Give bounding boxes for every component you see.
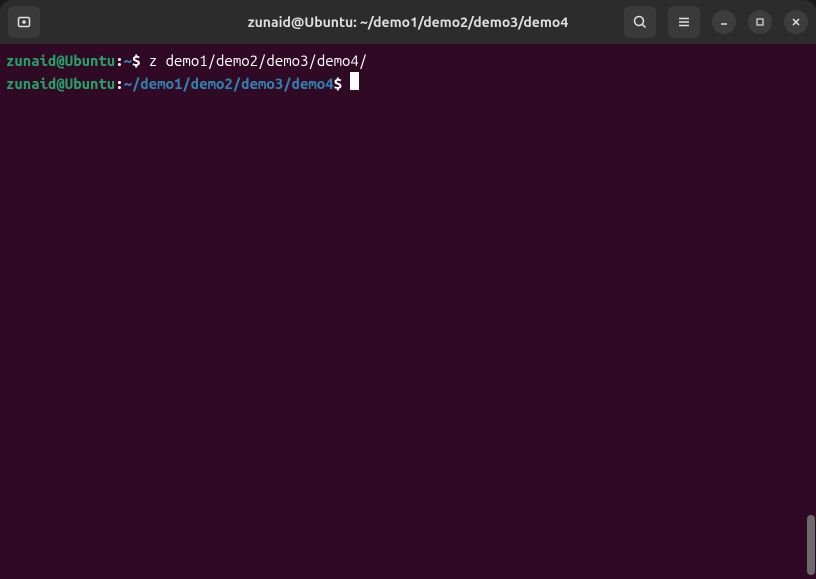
prompt-colon: : — [115, 52, 123, 69]
close-button[interactable] — [784, 10, 808, 34]
prompt-colon: : — [115, 75, 123, 92]
scrollbar-thumb[interactable] — [807, 515, 815, 575]
cursor — [350, 72, 359, 90]
new-tab-button[interactable] — [8, 6, 40, 38]
minimize-button[interactable] — [712, 10, 736, 34]
command-text: z demo1/demo2/demo3/demo4/ — [149, 52, 367, 69]
scrollbar[interactable] — [806, 515, 816, 575]
menu-button[interactable] — [668, 6, 700, 38]
maximize-button[interactable] — [748, 10, 772, 34]
prompt-userhost: zunaid@Ubuntu — [6, 52, 115, 69]
terminal-line: zunaid@Ubuntu:~$ z demo1/demo2/demo3/dem… — [6, 50, 810, 72]
prompt-path: ~ — [124, 52, 132, 69]
titlebar-left — [8, 6, 40, 38]
prompt-dollar: $ — [132, 52, 149, 69]
prompt-path: ~/demo1/demo2/demo3/demo4 — [124, 75, 334, 92]
titlebar-right — [624, 6, 808, 38]
terminal-line: zunaid@Ubuntu:~/demo1/demo2/demo3/demo4$ — [6, 72, 810, 95]
terminal-body[interactable]: zunaid@Ubuntu:~$ z demo1/demo2/demo3/dem… — [0, 44, 816, 579]
window-titlebar: zunaid@Ubuntu: ~/demo1/demo2/demo3/demo4 — [0, 0, 816, 44]
prompt-userhost: zunaid@Ubuntu — [6, 75, 115, 92]
search-button[interactable] — [624, 6, 656, 38]
prompt-dollar: $ — [334, 75, 351, 92]
window-title: zunaid@Ubuntu: ~/demo1/demo2/demo3/demo4 — [248, 14, 568, 30]
